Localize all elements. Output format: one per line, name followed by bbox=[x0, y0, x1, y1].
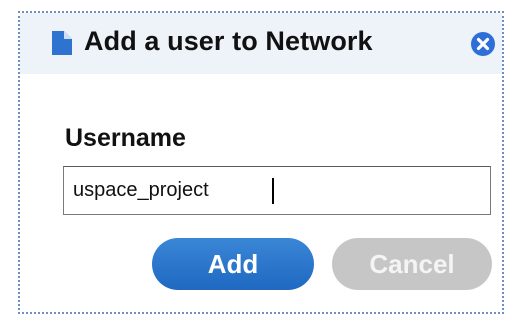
document-icon bbox=[52, 31, 72, 55]
username-input[interactable] bbox=[63, 166, 491, 215]
dialog-titlebar: Add a user to Network bbox=[20, 13, 502, 74]
close-circle-icon[interactable] bbox=[470, 31, 496, 57]
add-user-dialog: Add a user to Network Username Add Cance… bbox=[18, 11, 504, 314]
dialog-title: Add a user to Network bbox=[84, 26, 373, 56]
username-label: Username bbox=[65, 124, 186, 152]
cancel-button[interactable]: Cancel bbox=[332, 238, 492, 290]
add-button[interactable]: Add bbox=[152, 238, 314, 290]
text-caret bbox=[272, 178, 274, 204]
